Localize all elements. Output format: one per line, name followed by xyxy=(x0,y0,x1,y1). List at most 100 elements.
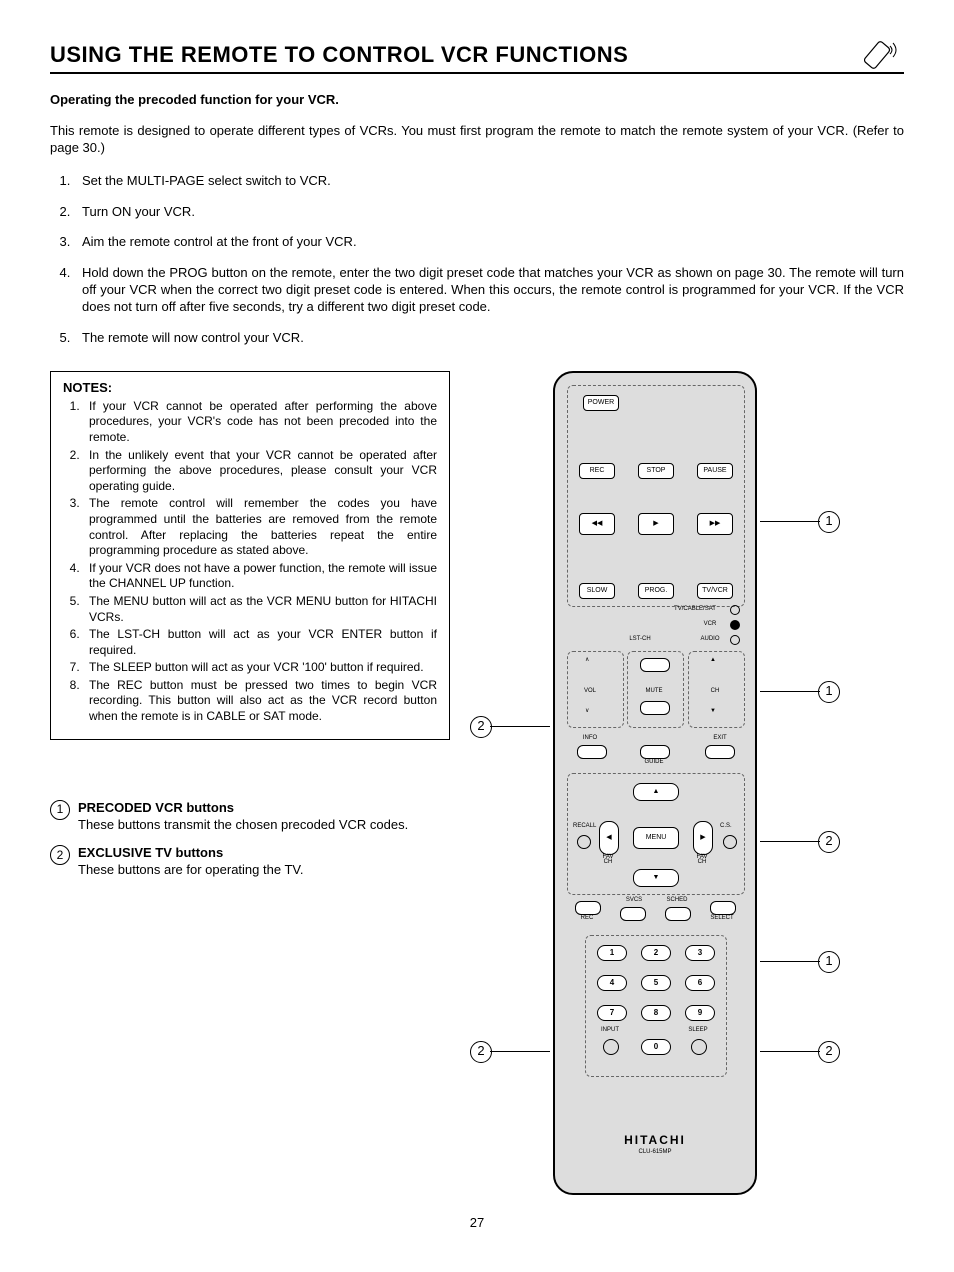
rewind-button: ◀◀ xyxy=(579,513,615,535)
switch-pos-vcr xyxy=(730,620,740,630)
pause-button: PAUSE xyxy=(697,463,733,479)
callout-2-right-menu: 2 xyxy=(818,831,840,853)
legend-marker-2: 2 xyxy=(50,845,70,865)
num-4: 4 xyxy=(597,975,627,991)
legend-marker-1: 1 xyxy=(50,800,70,820)
note-item: If your VCR cannot be operated after per… xyxy=(83,399,437,446)
intro-text: This remote is designed to operate diffe… xyxy=(50,123,904,157)
mute-button xyxy=(640,701,670,715)
info-button xyxy=(577,745,607,759)
legend-title-2: EXCLUSIVE TV buttons xyxy=(78,845,223,860)
note-item: The LST-CH button will act as your VCR E… xyxy=(83,627,437,658)
subheading: Operating the precoded function for your… xyxy=(50,92,904,109)
lstch-button xyxy=(640,658,670,672)
ch-label: CH xyxy=(705,688,725,696)
remote-diagram: POWER REC STOP PAUSE ◀◀ ▶ ▶▶ SLOW PROG. … xyxy=(553,371,757,1195)
exit-button xyxy=(705,745,735,759)
ch-down-icon: ▼ xyxy=(710,708,716,716)
menu-button: MENU xyxy=(633,827,679,849)
svcs-button xyxy=(620,907,646,921)
svcs-label: SVCS xyxy=(620,897,648,905)
sleep-label: SLEEP xyxy=(683,1027,713,1035)
step-item: Aim the remote control at the front of y… xyxy=(74,234,904,251)
num-1: 1 xyxy=(597,945,627,961)
num-9: 9 xyxy=(685,1005,715,1021)
exit-label: EXIT xyxy=(705,735,735,743)
note-item: The SLEEP button will act as your VCR '1… xyxy=(83,660,437,676)
switch-pos-audio xyxy=(730,635,740,645)
recall-button xyxy=(577,835,591,849)
vol-up-icon: ∧ xyxy=(585,657,589,665)
slow-button: SLOW xyxy=(579,583,615,599)
switch-pos-tvcable xyxy=(730,605,740,615)
note-item: In the unlikely event that your VCR cann… xyxy=(83,448,437,495)
rec-button: REC xyxy=(579,463,615,479)
sleep-button xyxy=(691,1039,707,1055)
remote-icon xyxy=(864,40,904,70)
step-item: Turn ON your VCR. xyxy=(74,204,904,221)
num-0: 0 xyxy=(641,1039,671,1055)
menu-right-button: ▶ xyxy=(693,821,713,855)
cs-label: C.S. xyxy=(720,823,732,831)
note-item: If your VCR does not have a power functi… xyxy=(83,561,437,592)
num-8: 8 xyxy=(641,1005,671,1021)
note-item: The MENU button will act as the VCR MENU… xyxy=(83,594,437,625)
recall-label: RECALL xyxy=(573,823,596,831)
callout-1-right-num: 1 xyxy=(818,951,840,973)
num-6: 6 xyxy=(685,975,715,991)
step-item: The remote will now control your VCR. xyxy=(74,330,904,347)
rec2-label: REC xyxy=(575,915,599,923)
stop-button: STOP xyxy=(638,463,674,479)
favch-l-label: FAV CH xyxy=(599,855,617,866)
select-label: SELECT xyxy=(705,915,739,923)
num-2: 2 xyxy=(641,945,671,961)
legend-title-1: PRECODED VCR buttons xyxy=(78,800,234,815)
play-button: ▶ xyxy=(638,513,674,535)
num-5: 5 xyxy=(641,975,671,991)
brand-label: HITACHI xyxy=(555,1133,755,1149)
notes-label: NOTES: xyxy=(63,380,437,397)
guide-button xyxy=(640,745,670,759)
menu-left-button: ◀ xyxy=(599,821,619,855)
info-label: INFO xyxy=(575,735,605,743)
lstch-label: LST-CH xyxy=(625,636,655,644)
input-label: INPUT xyxy=(595,1027,625,1035)
power-button: POWER xyxy=(583,395,619,411)
step-item: Set the MULTI-PAGE select switch to VCR. xyxy=(74,173,904,190)
num-3: 3 xyxy=(685,945,715,961)
legend-desc-1: These buttons transmit the chosen precod… xyxy=(78,817,408,832)
sched-label: SCHED xyxy=(663,897,691,905)
input-button xyxy=(603,1039,619,1055)
tvcablesat-label: TV/CABLE/SAT xyxy=(665,606,725,614)
callout-2-left-vol: 2 xyxy=(470,716,492,738)
cs-button xyxy=(723,835,737,849)
ff-button: ▶▶ xyxy=(697,513,733,535)
audio-label: AUDIO xyxy=(695,636,725,644)
note-item: The remote control will remember the cod… xyxy=(83,496,437,558)
callout-2-left-input: 2 xyxy=(470,1041,492,1063)
callout-2-right-sleep: 2 xyxy=(818,1041,840,1063)
select-button xyxy=(710,901,736,915)
guide-label: GUIDE xyxy=(640,759,668,767)
legend: 1 PRECODED VCR buttons These buttons tra… xyxy=(50,800,450,880)
notes-box: NOTES: If your VCR cannot be operated af… xyxy=(50,371,450,740)
rec-select-button xyxy=(575,901,601,915)
note-item: The REC button must be pressed two times… xyxy=(83,678,437,725)
callout-1-right-ch: 1 xyxy=(818,681,840,703)
step-item: Hold down the PROG button on the remote,… xyxy=(74,265,904,316)
model-label: CLU-615MP xyxy=(555,1149,755,1157)
prog-button: PROG. xyxy=(638,583,674,599)
ch-up-icon: ▲ xyxy=(710,657,716,665)
tvvcr-button: TV/VCR xyxy=(697,583,733,599)
callout-1-right-top: 1 xyxy=(818,511,840,533)
num-7: 7 xyxy=(597,1005,627,1021)
steps-list: Set the MULTI-PAGE select switch to VCR.… xyxy=(50,173,904,347)
menu-down-button: ▼ xyxy=(633,869,679,887)
menu-up-button: ▲ xyxy=(633,783,679,801)
favch-r-label: FAV CH xyxy=(693,855,711,866)
vol-label: VOL xyxy=(580,688,600,696)
vcr-label: VCR xyxy=(695,621,725,629)
legend-desc-2: These buttons are for operating the TV. xyxy=(78,862,303,877)
page-title: USING THE REMOTE TO CONTROL VCR FUNCTION… xyxy=(50,41,628,70)
page-number: 27 xyxy=(50,1215,904,1232)
